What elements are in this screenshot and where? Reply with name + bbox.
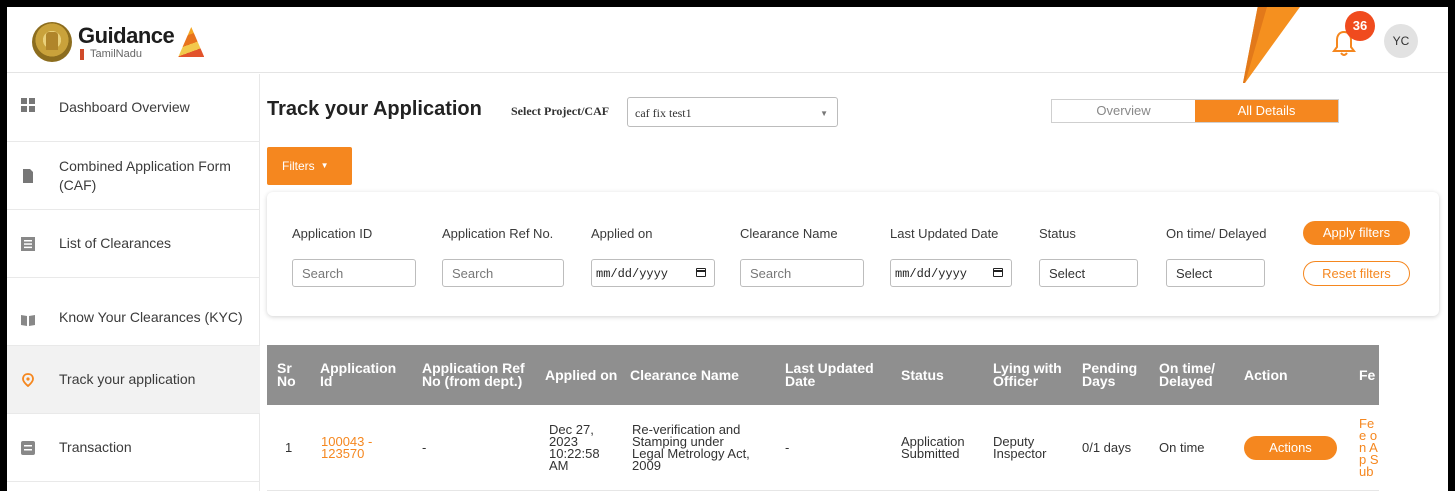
clearance-name-input[interactable]: Search: [740, 259, 864, 287]
sidebar: Dashboard Overview Combined Application …: [7, 74, 260, 491]
filter-label-applied-on: Applied on: [591, 226, 653, 241]
filter-label-last-updated: Last Updated Date: [890, 226, 999, 241]
tab-all-details[interactable]: All Details: [1195, 100, 1338, 122]
last-updated-date-input[interactable]: mm/dd/yyyy: [890, 259, 1012, 287]
column-header: Action: [1244, 366, 1288, 383]
user-avatar[interactable]: YC: [1384, 24, 1418, 58]
filter-label-clearance: Clearance Name: [740, 226, 838, 241]
chevron-down-icon: ▼: [820, 109, 828, 118]
column-header: Sr No: [277, 360, 296, 389]
guidance-logo[interactable]: Guidance TamilNadu: [32, 22, 205, 62]
application-id-link[interactable]: 100043 - 123570: [321, 405, 391, 491]
column-header: Applied on: [545, 366, 618, 383]
sidebar-item-label: Transaction: [59, 439, 132, 455]
sidebar-item-kyc[interactable]: Know Your Clearances (KYC): [7, 278, 260, 346]
sidebar-item-caf[interactable]: Combined Application Form (CAF): [7, 142, 260, 210]
filter-panel: Application ID Application Ref No. Appli…: [267, 192, 1439, 316]
sidebar-item-transaction[interactable]: Transaction: [7, 414, 260, 482]
transaction-icon: [21, 440, 35, 455]
status-select[interactable]: Select: [1039, 259, 1138, 287]
sidebar-item-label: Track your application: [59, 371, 196, 387]
cell-ontime: On time: [1159, 440, 1205, 455]
list-icon: [21, 236, 35, 251]
table-header: Sr No Application Id Application Ref No …: [267, 345, 1379, 405]
column-header: Status: [901, 366, 944, 383]
main-content: Track your Application Select Project/CA…: [261, 74, 1448, 491]
annotation-arrow-icon: [1243, 7, 1300, 83]
cell-sr-no: 1: [285, 440, 293, 455]
apply-filters-button[interactable]: Apply filters: [1303, 221, 1410, 245]
ref-no-input[interactable]: Search: [442, 259, 564, 287]
cell-applied-on: Dec 27, 2023 10:22:58 AM: [549, 422, 600, 473]
table-row: 1 100043 - 123570 - Dec 27, 2023 10:22:5…: [267, 405, 1379, 491]
select-project-label: Select Project/CAF: [511, 104, 610, 118]
cell-pending-days: 0/1 days: [1082, 440, 1132, 455]
filter-label-status: Status: [1039, 226, 1076, 241]
location-pin-icon: [22, 372, 34, 387]
sidebar-item-label: Dashboard Overview: [59, 99, 190, 115]
calendar-icon[interactable]: [696, 268, 706, 277]
book-icon: [21, 315, 35, 326]
cell-fee[interactable]: Fee on Ap Sub: [1359, 405, 1379, 491]
page-title: Track your Application: [267, 98, 482, 120]
reset-filters-button[interactable]: Reset filters: [1303, 261, 1410, 286]
sidebar-item-track[interactable]: Track your application: [7, 346, 260, 414]
sidebar-item-clearances[interactable]: List of Clearances: [7, 210, 260, 278]
cell-status: Application Submitted: [901, 434, 965, 461]
column-header: Application Ref No (from dept.): [422, 360, 525, 389]
sidebar-item-dashboard[interactable]: Dashboard Overview: [7, 74, 260, 142]
sidebar-item-label: Know Your Clearances (KYC): [59, 309, 243, 325]
filter-label-ontime: On time/ Delayed: [1166, 226, 1267, 241]
filters-button[interactable]: Filters ▼: [267, 147, 352, 185]
chevron-down-icon: ▼: [320, 161, 329, 170]
column-header: On time/ Delayed: [1159, 360, 1216, 389]
sidebar-item-label: Combined Application Form (CAF): [59, 157, 231, 193]
sidebar-item-label: List of Clearances: [59, 235, 172, 251]
column-header: Clearance Name: [630, 366, 739, 383]
column-header: Pending Days: [1082, 360, 1138, 389]
filter-label-app-id: Application ID: [292, 226, 373, 241]
dashboard-icon: [21, 98, 35, 112]
project-select[interactable]: caf fix test1 ▼: [627, 97, 838, 127]
cell-clearance-name: Re-verification and Stamping under Legal…: [632, 422, 750, 473]
applied-on-date-input[interactable]: mm/dd/yyyy: [591, 259, 715, 287]
column-header: Application Id: [320, 360, 397, 389]
column-header: Last Updated Date: [785, 360, 874, 389]
actions-button[interactable]: Actions: [1244, 436, 1337, 460]
ontime-select[interactable]: Select: [1166, 259, 1265, 287]
calendar-icon[interactable]: [993, 268, 1003, 277]
cell-last-updated: -: [785, 440, 790, 455]
applications-table: Sr No Application Id Application Ref No …: [267, 345, 1379, 491]
logo-title: Guidance: [78, 22, 175, 48]
temple-logo-icon: [178, 27, 205, 57]
view-toggle: Overview All Details: [1051, 99, 1339, 123]
filter-label-ref-no: Application Ref No.: [442, 226, 554, 241]
tab-overview[interactable]: Overview: [1052, 100, 1195, 122]
column-header: Fe: [1359, 366, 1376, 383]
column-header: Lying with Officer: [993, 360, 1062, 389]
application-id-input[interactable]: Search: [292, 259, 416, 287]
app-window: Guidance TamilNadu 36 YC Dashboard Overv…: [7, 7, 1448, 491]
cell-officer: Deputy Inspector: [993, 434, 1047, 461]
state-emblem-icon: [32, 22, 72, 62]
logo-subtitle: TamilNadu: [80, 48, 174, 60]
cell-ref-no: -: [422, 440, 427, 455]
document-icon: [23, 168, 33, 183]
notification-count-badge[interactable]: 36: [1345, 11, 1375, 41]
